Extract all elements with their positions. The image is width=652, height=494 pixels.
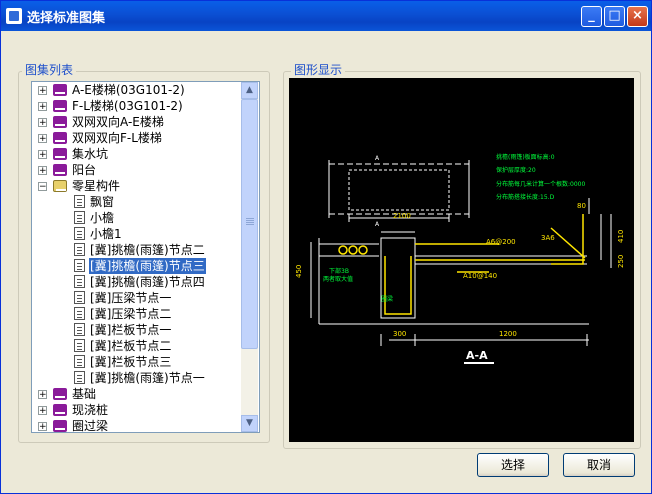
tree-node-balcony[interactable]: + 阳台 bbox=[32, 162, 242, 178]
section-title: A-A bbox=[466, 349, 488, 362]
document-icon bbox=[74, 291, 85, 304]
dim-right-top: 80 bbox=[577, 202, 586, 210]
expand-icon[interactable]: + bbox=[38, 150, 47, 160]
tree-node-small-eave-1[interactable]: 小檐1 bbox=[32, 226, 242, 242]
close-button[interactable]: × bbox=[627, 6, 648, 27]
book-icon bbox=[53, 100, 67, 112]
window-title: 选择标准图集 bbox=[27, 11, 106, 26]
tree-node-eave-node-1[interactable]: [冀]挑檐(雨篷)节点一 bbox=[32, 370, 242, 386]
dim-height-left: 450 bbox=[295, 265, 303, 278]
tree-node-eave-node-2[interactable]: [冀]挑檐(雨篷)节点二 bbox=[32, 242, 242, 258]
document-icon bbox=[74, 339, 85, 352]
select-button[interactable]: 选择 bbox=[477, 453, 549, 477]
document-icon bbox=[74, 307, 85, 320]
open-book-icon bbox=[53, 180, 67, 192]
book-icon bbox=[53, 420, 67, 432]
tree-node-eave-node-4[interactable]: [冀]挑檐(雨篷)节点四 bbox=[32, 274, 242, 290]
expand-icon[interactable]: + bbox=[38, 422, 47, 432]
tree-node-cast-pile[interactable]: + 现浇桩 bbox=[32, 402, 242, 418]
dim-bottom-right: 1200 bbox=[499, 330, 517, 338]
section-mark-top: A bbox=[375, 155, 380, 162]
book-icon bbox=[53, 388, 67, 400]
note-4: 分布筋搭接长度:15.D bbox=[496, 193, 555, 201]
expand-icon[interactable]: + bbox=[38, 102, 47, 112]
book-icon bbox=[53, 164, 67, 176]
tree-node-sump-pit[interactable]: + 集水坑 bbox=[32, 146, 242, 162]
tree-node-stair-f-l[interactable]: + F-L楼梯(03G101-2) bbox=[32, 98, 242, 114]
section-mark-bottom: A bbox=[375, 221, 380, 228]
dim-right-2: 250 bbox=[617, 255, 625, 268]
expand-icon[interactable]: + bbox=[38, 118, 47, 128]
tree-node-bay-window[interactable]: 飘窗 bbox=[32, 194, 242, 210]
book-icon bbox=[53, 116, 67, 128]
tree-node-press-beam-2[interactable]: [冀]压梁节点二 bbox=[32, 306, 242, 322]
book-icon bbox=[53, 132, 67, 144]
scroll-up-button[interactable]: ▲ bbox=[241, 82, 258, 99]
document-icon bbox=[74, 355, 85, 368]
left-note-2: 两者取大值 bbox=[323, 275, 353, 283]
tree-node-stair-a-e[interactable]: + A-E楼梯(03G101-2) bbox=[32, 82, 242, 98]
atlas-list-label: 图集列表 bbox=[22, 61, 77, 78]
document-icon bbox=[74, 195, 85, 208]
graphic-display-label: 图形显示 bbox=[291, 61, 346, 78]
tree-node-parapet-3[interactable]: [冀]栏板节点三 bbox=[32, 354, 242, 370]
tree-node-eave-node-3[interactable]: [冀]挑檐(雨篷)节点三 bbox=[32, 257, 242, 275]
tree-node-small-eave[interactable]: 小檐 bbox=[32, 210, 242, 226]
expand-icon[interactable]: + bbox=[38, 406, 47, 416]
document-icon bbox=[74, 243, 85, 256]
document-icon bbox=[74, 259, 85, 272]
document-icon bbox=[74, 371, 85, 384]
title-bar[interactable]: 选择标准图集 _ □ × bbox=[1, 1, 651, 31]
tree-node-press-beam-1[interactable]: [冀]压梁节点一 bbox=[32, 290, 242, 306]
tree-node-parapet-2[interactable]: [冀]栏板节点二 bbox=[32, 338, 242, 354]
book-icon bbox=[53, 84, 67, 96]
tree-node-parapet-1[interactable]: [冀]栏板节点一 bbox=[32, 322, 242, 338]
selected-node-label: [冀]挑檐(雨篷)节点三 bbox=[88, 257, 207, 275]
tree-node-foundation[interactable]: + 基础 bbox=[32, 386, 242, 402]
scroll-down-button[interactable]: ▼ bbox=[241, 415, 258, 432]
detail-drawing: 圈梁 下部3B 两者取大值 挑檐(雨篷)板面标高:0 保护层厚度:20 分布筋每… bbox=[295, 153, 625, 364]
document-icon bbox=[74, 227, 85, 240]
scroll-thumb[interactable] bbox=[241, 99, 258, 349]
dim-bottom-left: 300 bbox=[393, 330, 406, 338]
dialog-window: 选择标准图集 _ □ × 图集列表 图形显示 + A-E楼梯(03G101-2)… bbox=[0, 0, 652, 494]
document-icon bbox=[74, 275, 85, 288]
note-3: 分布筋每几米计算一个根数:0000 bbox=[496, 180, 585, 188]
grip-icon bbox=[246, 218, 254, 219]
document-icon bbox=[74, 211, 85, 224]
expand-icon[interactable]: + bbox=[38, 390, 47, 400]
app-icon bbox=[6, 8, 22, 24]
atlas-tree[interactable]: + A-E楼梯(03G101-2) + F-L楼梯(03G101-2) + 双网… bbox=[31, 81, 260, 433]
rebar-label-1: A6@200 bbox=[486, 238, 516, 246]
tree-node-double-mesh-a-e[interactable]: + 双网双向A-E楼梯 bbox=[32, 114, 242, 130]
tree-node-double-mesh-f-l[interactable]: + 双网双向F-L楼梯 bbox=[32, 130, 242, 146]
left-note-1: 下部3B bbox=[329, 267, 349, 275]
collapse-icon[interactable]: − bbox=[38, 182, 47, 192]
maximize-button[interactable]: □ bbox=[604, 6, 625, 27]
tree-scrollbar[interactable]: ▲ ▼ bbox=[241, 82, 258, 432]
tree-node-ring-lintel[interactable]: + 圈过梁 bbox=[32, 418, 242, 432]
book-icon bbox=[53, 404, 67, 416]
tree-node-misc-components[interactable]: − 零星构件 bbox=[32, 178, 242, 194]
note-1: 挑檐(雨篷)板面标高:0 bbox=[496, 153, 555, 161]
drawing-preview: 圈梁 下部3B 两者取大值 挑檐(雨篷)板面标高:0 保护层厚度:20 分布筋每… bbox=[289, 78, 634, 442]
expand-icon[interactable]: + bbox=[38, 134, 47, 144]
rebar-label-2: 3A6 bbox=[541, 234, 555, 242]
beam-label: 圈梁 bbox=[381, 295, 393, 303]
note-2: 保护层厚度:20 bbox=[496, 166, 536, 174]
rebar-label-3: A10@140 bbox=[463, 272, 497, 280]
minimize-button[interactable]: _ bbox=[581, 6, 602, 27]
expand-icon[interactable]: + bbox=[38, 86, 47, 96]
book-icon bbox=[53, 148, 67, 160]
dim-top: 2100 bbox=[393, 212, 411, 220]
cancel-button[interactable]: 取消 bbox=[563, 453, 635, 477]
expand-icon[interactable]: + bbox=[38, 166, 47, 176]
document-icon bbox=[74, 323, 85, 336]
dim-right-1: 410 bbox=[617, 230, 625, 243]
